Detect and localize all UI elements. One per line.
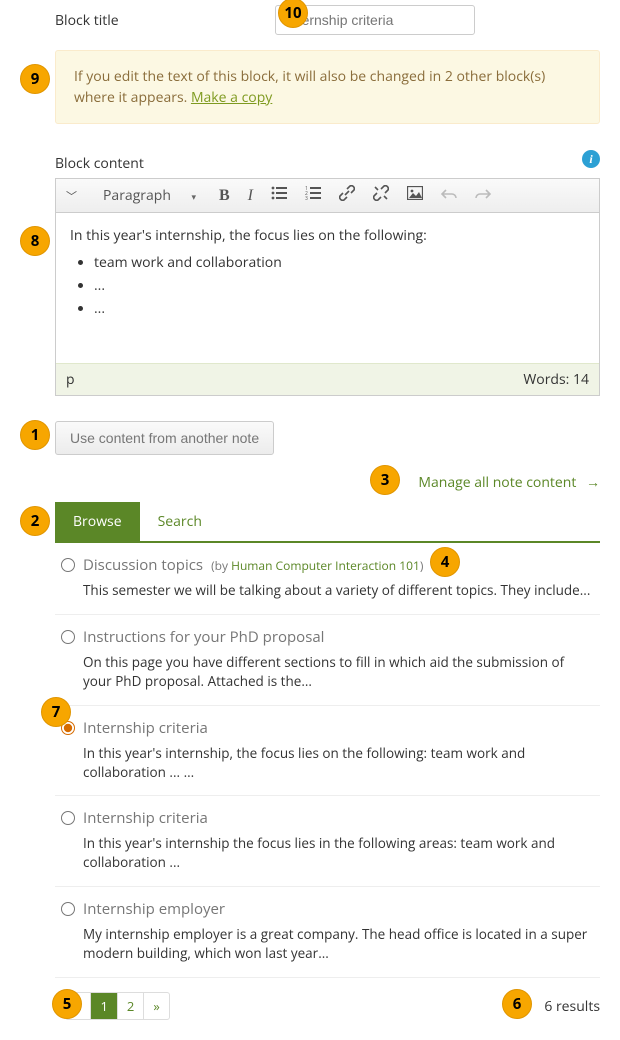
shared-block-warning: If you edit the text of this block, it w… <box>55 50 600 124</box>
block-title-label: Block title <box>10 11 275 30</box>
tab-browse[interactable]: Browse <box>55 502 140 541</box>
marker-2: 2 <box>20 506 50 536</box>
unlink-button[interactable] <box>373 185 389 206</box>
numbered-list-button[interactable]: 123 <box>305 186 321 205</box>
results-count: 6 results <box>544 997 600 1016</box>
note-desc: My internship employer is a great compan… <box>83 925 594 963</box>
page-1[interactable]: 1 <box>91 993 117 1019</box>
author-group-link[interactable]: Human Computer Interaction 101 <box>231 557 420 574</box>
image-button[interactable] <box>407 186 423 205</box>
note-item[interactable]: Internship criteria In this year's inter… <box>55 706 600 797</box>
note-desc: On this page you have different sections… <box>83 653 594 691</box>
marker-6: 6 <box>502 989 532 1019</box>
editor-intro-text: In this year's internship, the focus lie… <box>70 225 585 246</box>
note-title: Discussion topics <box>83 555 203 575</box>
note-radio[interactable] <box>61 558 75 572</box>
block-content-label: Block content <box>55 154 144 173</box>
note-item[interactable]: Discussion topics (by Human Computer Int… <box>55 543 600 615</box>
bullet-list-button[interactable] <box>271 186 287 205</box>
note-desc: In this year's internship, the focus lie… <box>83 744 594 782</box>
notes-list: 4 7 Discussion topics (by Human Computer… <box>55 541 600 978</box>
svg-text:3: 3 <box>305 196 308 200</box>
arrow-right-icon: → <box>586 473 600 492</box>
manage-notes-label: Manage all note content <box>418 473 576 492</box>
info-icon[interactable]: i <box>582 150 600 168</box>
editor-bullet: ... <box>94 275 585 296</box>
link-button[interactable] <box>339 185 355 206</box>
note-radio[interactable] <box>61 630 75 644</box>
author-suffix: ) <box>420 557 424 574</box>
note-title: Internship employer <box>83 899 225 919</box>
redo-button[interactable] <box>475 186 491 205</box>
editor-statusbar: p Words: 14 <box>56 363 599 395</box>
author-prefix: (by <box>211 557 231 574</box>
editor-path: p <box>66 370 75 389</box>
page-2[interactable]: 2 <box>118 993 144 1019</box>
marker-5: 5 <box>52 989 82 1019</box>
marker-7: 7 <box>41 697 71 727</box>
format-dropdown[interactable]: Paragraph <box>95 186 201 205</box>
rich-text-editor: ﹀ Paragraph B I 123 <box>55 178 600 396</box>
marker-3: 3 <box>370 465 400 495</box>
make-copy-link[interactable]: Make a copy <box>191 88 272 107</box>
marker-1: 1 <box>20 420 50 450</box>
editor-wordcount: Words: 14 <box>523 370 589 389</box>
note-title: Internship criteria <box>83 718 208 738</box>
marker-9: 9 <box>20 64 50 94</box>
note-title: Instructions for your PhD proposal <box>83 627 324 647</box>
note-radio[interactable] <box>61 902 75 916</box>
note-item[interactable]: Instructions for your PhD proposal On th… <box>55 615 600 706</box>
editor-bullet: ... <box>94 298 585 319</box>
note-desc: In this year's internship the focus lies… <box>83 834 594 872</box>
editor-content[interactable]: In this year's internship, the focus lie… <box>56 213 599 363</box>
note-desc: This semester we will be talking about a… <box>83 581 594 600</box>
note-title: Internship criteria <box>83 808 208 828</box>
note-item[interactable]: Internship employer My internship employ… <box>55 887 600 978</box>
marker-4: 4 <box>430 547 460 577</box>
tab-search[interactable]: Search <box>140 502 220 541</box>
page-next[interactable]: » <box>144 993 168 1019</box>
undo-button[interactable] <box>441 186 457 205</box>
note-item[interactable]: Internship criteria In this year's inter… <box>55 796 600 887</box>
note-tabs: Browse Search <box>55 502 610 541</box>
marker-8: 8 <box>20 226 50 256</box>
manage-notes-link[interactable]: Manage all note content → <box>418 473 600 492</box>
note-author: (by Human Computer Interaction 101) <box>211 557 423 574</box>
note-radio[interactable] <box>61 811 75 825</box>
editor-toolbar: ﹀ Paragraph B I 123 <box>56 179 599 213</box>
use-content-button[interactable]: Use content from another note <box>55 421 274 455</box>
toolbar-expand-icon[interactable]: ﹀ <box>66 188 77 204</box>
warning-text: If you edit the text of this block, it w… <box>74 67 545 107</box>
italic-button[interactable]: I <box>248 187 253 205</box>
bold-button[interactable]: B <box>219 187 230 205</box>
editor-bullet: team work and collaboration <box>94 252 585 273</box>
